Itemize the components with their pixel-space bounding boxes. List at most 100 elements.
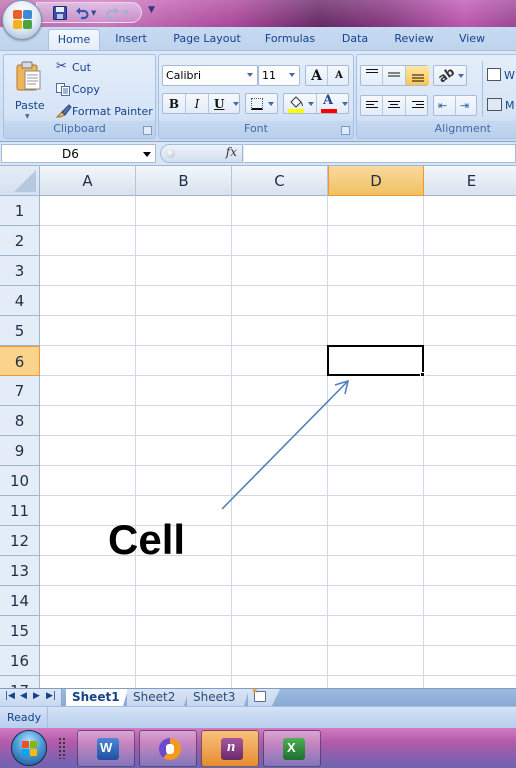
sheet-tab-sheet2[interactable]: Sheet2 bbox=[127, 689, 189, 706]
font-dialog-launcher[interactable] bbox=[341, 126, 350, 135]
clipboard-group-label: Clipboard bbox=[4, 121, 155, 138]
merge-center-button[interactable]: M bbox=[487, 97, 516, 115]
tab-view[interactable]: View bbox=[452, 29, 492, 51]
tab-insert[interactable]: Insert bbox=[108, 29, 154, 51]
worksheet-grid[interactable]: ABCDE1234567891011121314151617Cell bbox=[0, 166, 516, 688]
insert-function-button[interactable]: fx bbox=[226, 145, 237, 159]
font-style-buttons: B I U bbox=[162, 93, 240, 114]
orientation-button[interactable]: ab bbox=[433, 64, 467, 86]
grow-font-button[interactable]: A bbox=[306, 66, 328, 85]
wrap-text-button[interactable]: W bbox=[487, 67, 516, 85]
insert-sheet-star-icon: ✷ bbox=[251, 687, 259, 697]
customize-qat-icon[interactable]: ▼ bbox=[148, 5, 155, 15]
underline-dropdown-icon[interactable] bbox=[233, 102, 239, 106]
quick-access-toolbar: ▼ ▼ bbox=[36, 2, 142, 23]
italic-button[interactable]: I bbox=[186, 94, 209, 113]
underline-button[interactable]: U bbox=[209, 94, 241, 113]
sheet-tab-sheet1[interactable]: Sheet1 bbox=[66, 689, 128, 706]
taskbar-browser-button[interactable] bbox=[139, 730, 197, 767]
top-align-button[interactable] bbox=[361, 66, 383, 85]
align-right-button[interactable] bbox=[406, 96, 429, 115]
font-size-dropdown-icon bbox=[289, 73, 295, 77]
tab-home[interactable]: Home bbox=[48, 29, 100, 51]
format-painter-icon bbox=[55, 104, 72, 121]
underline-icon: U bbox=[214, 97, 225, 111]
next-sheet-icon[interactable]: ▶ bbox=[33, 691, 40, 701]
middle-align-icon bbox=[388, 72, 400, 82]
fill-color-dropdown-icon bbox=[308, 102, 314, 106]
clipboard-group: Paste ▼ ✂ Cut Copy Format Painter Clipbo… bbox=[3, 54, 156, 139]
excel-icon: X bbox=[283, 738, 305, 760]
name-box[interactable]: D6 bbox=[1, 144, 156, 163]
save-icon[interactable] bbox=[53, 6, 67, 20]
start-button[interactable] bbox=[11, 730, 47, 766]
format-painter-button[interactable]: Format Painter bbox=[54, 103, 154, 121]
font-group-label: Font bbox=[159, 121, 353, 138]
prev-sheet-icon[interactable]: ◀ bbox=[20, 691, 27, 701]
paste-icon bbox=[16, 61, 42, 94]
alignment-group-label: Alignment bbox=[357, 121, 516, 138]
sheet-tab-bar: |◀ ◀ ▶ ▶| Sheet1 Sheet2 Sheet3 ✷ bbox=[0, 688, 516, 706]
orientation-icon: ab bbox=[435, 64, 458, 86]
increase-indent-button[interactable]: ⇥ bbox=[456, 96, 478, 115]
borders-icon bbox=[251, 98, 263, 110]
shrink-font-button[interactable]: A bbox=[328, 66, 350, 85]
undo-icon[interactable] bbox=[75, 6, 89, 20]
font-size-buttons: A A bbox=[305, 65, 349, 86]
status-bar: Ready bbox=[0, 706, 516, 729]
office-button[interactable] bbox=[2, 0, 42, 40]
status-divider bbox=[47, 707, 48, 729]
cut-button[interactable]: ✂ Cut bbox=[54, 59, 114, 77]
italic-icon: I bbox=[194, 97, 200, 111]
taskbar-excel-button[interactable]: X bbox=[263, 730, 321, 767]
merge-center-icon bbox=[487, 98, 502, 111]
formula-input[interactable] bbox=[244, 144, 516, 163]
clipboard-dialog-launcher[interactable] bbox=[143, 126, 152, 135]
undo-dropdown-icon[interactable]: ▼ bbox=[91, 6, 96, 20]
decrease-indent-icon: ⇤ bbox=[438, 99, 448, 112]
font-size-dropdown[interactable]: 11 bbox=[258, 65, 300, 86]
sheet-navigation: |◀ ◀ ▶ ▶| bbox=[0, 689, 62, 706]
font-color-dropdown-icon bbox=[342, 102, 348, 106]
taskbar-onenote-button[interactable]: n bbox=[201, 730, 259, 767]
redo-dropdown-icon[interactable]: ▼ bbox=[123, 6, 128, 20]
middle-align-button[interactable] bbox=[383, 66, 406, 85]
align-left-button[interactable] bbox=[361, 96, 383, 115]
horizontal-align-buttons bbox=[360, 95, 428, 116]
format-painter-label: Format Painter bbox=[72, 105, 153, 118]
redo-icon[interactable] bbox=[106, 6, 120, 20]
formula-bar-resize-icon[interactable] bbox=[166, 149, 175, 158]
paste-dropdown-icon[interactable]: ▼ bbox=[25, 113, 30, 120]
shrink-font-icon: A bbox=[335, 70, 343, 81]
paste-button[interactable]: Paste ▼ bbox=[8, 57, 48, 120]
name-box-dropdown-icon[interactable] bbox=[143, 152, 151, 157]
merge-center-label: M bbox=[505, 99, 515, 112]
fill-color-button[interactable] bbox=[284, 94, 317, 113]
status-text: Ready bbox=[7, 711, 42, 724]
tab-formulas[interactable]: Formulas bbox=[258, 29, 322, 51]
last-sheet-icon[interactable]: ▶| bbox=[46, 691, 56, 701]
bold-button[interactable]: B bbox=[163, 94, 186, 113]
wrap-text-label: W bbox=[504, 69, 515, 82]
font-color-swatch bbox=[321, 109, 337, 113]
copy-button[interactable]: Copy bbox=[54, 81, 114, 99]
sheet-tab-sheet3[interactable]: Sheet3 bbox=[187, 689, 249, 706]
bottom-align-button[interactable] bbox=[406, 66, 429, 85]
wrap-text-icon bbox=[487, 68, 501, 81]
font-color-button[interactable]: A bbox=[317, 93, 350, 113]
align-right-icon bbox=[411, 100, 424, 111]
browser-shield-icon bbox=[159, 738, 181, 760]
insert-sheet-button[interactable]: ✷ bbox=[248, 689, 280, 706]
tab-data[interactable]: Data bbox=[336, 29, 374, 51]
taskbar-word-button[interactable]: W bbox=[77, 730, 135, 767]
tab-review[interactable]: Review bbox=[388, 29, 440, 51]
font-name-dropdown[interactable]: Calibri bbox=[162, 65, 258, 86]
formula-bar-controls: fx bbox=[160, 144, 243, 163]
borders-button[interactable] bbox=[245, 93, 278, 114]
center-button[interactable] bbox=[383, 96, 406, 115]
onenote-icon: n bbox=[221, 738, 243, 760]
first-sheet-icon[interactable]: |◀ bbox=[5, 691, 15, 701]
taskbar-grip[interactable] bbox=[58, 737, 66, 759]
tab-page-layout[interactable]: Page Layout bbox=[168, 29, 246, 51]
decrease-indent-button[interactable]: ⇤ bbox=[434, 96, 456, 115]
